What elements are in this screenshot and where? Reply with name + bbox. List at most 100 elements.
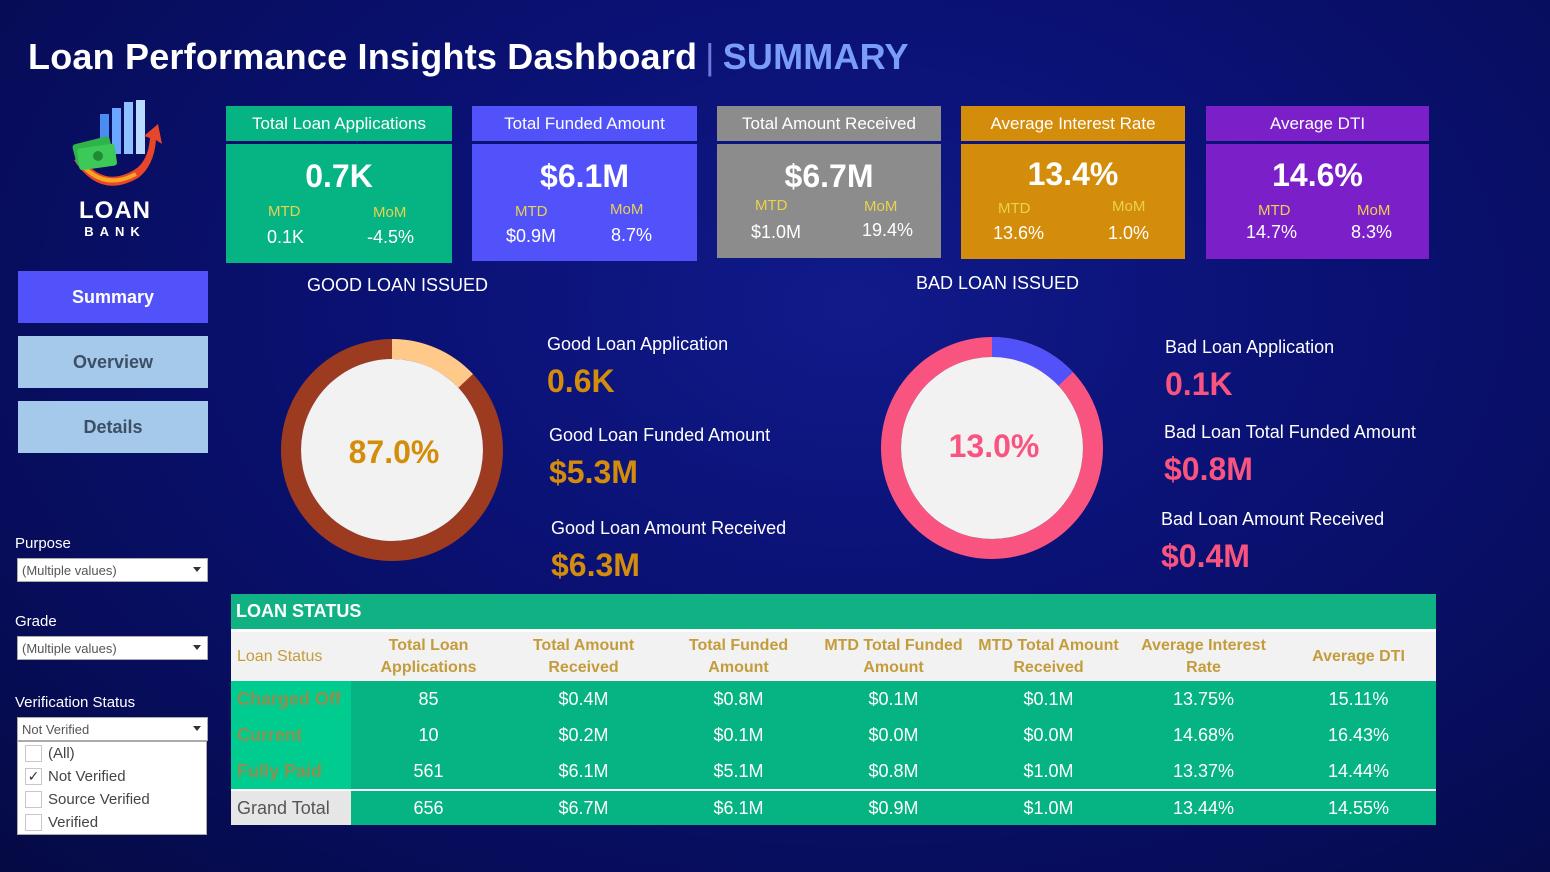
table-cell: $6.7M [558,797,609,818]
purpose-filter-select[interactable]: (Multiple values) [17,558,208,582]
table-cell: 10 [418,724,439,745]
table-cell: 13.44% [1172,797,1235,818]
table-cell: $0.9M [868,797,919,818]
column-header: Total Funded Amount [688,636,789,676]
kpi-mom-label: MoM [373,204,407,221]
page-title-main: Loan Performance Insights Dashboard [28,36,698,77]
kpi-card-header: Total Funded Amount [472,106,697,141]
table-cell: 561 [413,760,444,781]
verification-option-all[interactable]: (All) [18,742,206,765]
kpi-mom-value: 8.7% [611,225,653,245]
kpi-mtd-label: MTD [998,200,1031,217]
logo-chart-icon [72,100,162,186]
kpi-mtd-value: $1.0M [751,222,802,242]
grade-filter-label: Grade [15,613,57,630]
bad-loan-received-value: $0.4M [1161,538,1250,574]
checkbox-checked-icon[interactable]: ✓ [25,768,42,785]
table-cell: Charged Off [231,681,351,717]
kpi-value: 0.7K [305,158,373,194]
verification-option-not-verified[interactable]: ✓ Not Verified [18,765,206,788]
verification-filter-select[interactable]: Not Verified [17,717,208,741]
table-cell: Grand Total [231,791,351,825]
option-label: (All) [48,745,75,762]
table-cell: 13.75% [1172,688,1235,709]
table-cell: $0.4M [558,688,609,709]
table-cell: 16.43% [1327,724,1390,745]
kpi-card-average-dti: 14.6% MTD MoM 14.7% 8.3% [1206,144,1429,259]
nav-overview-button[interactable]: Overview [18,336,208,388]
kpi-card-header: Average Interest Rate [961,106,1185,141]
bad-loan-funded-value: $0.8M [1164,451,1253,487]
table-cell: 14.68% [1172,724,1235,745]
bad-loan-section-title: BAD LOAN ISSUED [916,273,1080,293]
good-loan-application-value: 0.6K [547,363,615,399]
table-cell: $0.0M [1023,724,1074,745]
chevron-down-icon [193,645,201,650]
purpose-filter-label: Purpose [15,535,71,552]
column-header: MTD Total Amount Received [978,636,1119,676]
bad-loan-application-value: 0.1K [1165,366,1233,402]
kpi-card-total-applications: 0.7K MTD MoM 0.1K -4.5% [226,144,452,263]
kpi-card-amount-received: $6.7M MTD MoM $1.0M 19.4% [717,144,941,258]
table-cell: 14.55% [1327,797,1390,818]
grade-filter-select[interactable]: (Multiple values) [17,636,208,660]
table-cell: $0.0M [868,724,919,745]
column-header: Loan Status [237,647,323,665]
table-cell: 656 [413,797,444,818]
kpi-mom-value: 1.0% [1108,223,1150,243]
verification-options-list: (All) ✓ Not Verified Source Verified Ver… [17,741,207,835]
kpi-value: $6.1M [540,158,629,194]
table-cell: Current [231,717,351,753]
kpi-mom-value: 8.3% [1351,222,1393,242]
verification-filter-value: Not Verified [22,721,90,737]
table-row: Charged Off 85 $0.4M $0.8M $0.1M $0.1M 1… [231,681,1436,717]
table-cell: $1.0M [1023,760,1074,781]
page-subtitle: SUMMARY [722,36,909,77]
table-cell: $1.0M [1023,797,1074,818]
bad-loan-application-label: Bad Loan Application [1165,337,1335,357]
verification-filter-label: Verification Status [15,694,136,711]
kpi-mom-label: MoM [864,198,898,215]
kpi-mom-label: MoM [1357,202,1391,219]
good-loan-funded-label: Good Loan Funded Amount [549,425,771,445]
good-loan-percent: 87.0% [348,434,440,470]
logo-text: LOAN [79,197,151,224]
column-header: Average Interest Rate [1141,636,1266,676]
kpi-value: $6.7M [784,158,874,194]
nav-summary-button[interactable]: Summary [18,271,208,323]
kpi-mom-value: -4.5% [367,227,415,247]
checkbox-icon[interactable] [25,814,42,831]
bad-loan-received-label: Bad Loan Amount Received [1161,509,1385,529]
table-cell: $6.1M [558,760,609,781]
bad-loan-percent: 13.0% [948,428,1040,464]
kpi-mtd-value: 13.6% [993,223,1045,243]
kpi-mtd-label: MTD [755,197,788,214]
table-cell: Fully Paid [231,753,351,789]
good-loan-received-label: Good Loan Amount Received [551,518,787,538]
option-label: Not Verified [48,768,126,785]
verification-option-source-verified[interactable]: Source Verified [18,788,206,811]
checkbox-icon[interactable] [25,745,42,762]
kpi-value: 14.6% [1272,157,1363,193]
verification-option-verified[interactable]: Verified [18,811,206,834]
kpi-mtd-value: 0.1K [267,227,305,247]
kpi-mom-label: MoM [1112,198,1146,215]
page-title: Loan Performance Insights Dashboard | SUMM… [28,36,909,78]
good-loan-section-title: GOOD LOAN ISSUED [307,275,489,295]
kpi-card-header: Total Amount Received [717,106,941,141]
good-loan-funded-value: $5.3M [549,454,638,490]
checkbox-icon[interactable] [25,791,42,808]
chevron-down-icon [193,726,201,731]
option-label: Source Verified [48,791,150,808]
kpi-mtd-value: $0.9M [506,226,557,246]
table-row: Fully Paid 561 $6.1M $5.1M $0.8M $1.0M 1… [231,753,1436,789]
good-loan-received-value: $6.3M [551,547,640,583]
loan-status-table-title: LOAN STATUS [231,594,1436,632]
table-cell: 13.37% [1172,760,1235,781]
nav-details-button[interactable]: Details [18,401,208,453]
option-label: Verified [48,814,99,831]
grade-filter-value: (Multiple values) [22,640,117,656]
kpi-card-header: Average DTI [1206,106,1429,141]
kpi-card-header: Total Loan Applications [226,106,452,141]
column-header: Total Amount Received [532,636,635,676]
